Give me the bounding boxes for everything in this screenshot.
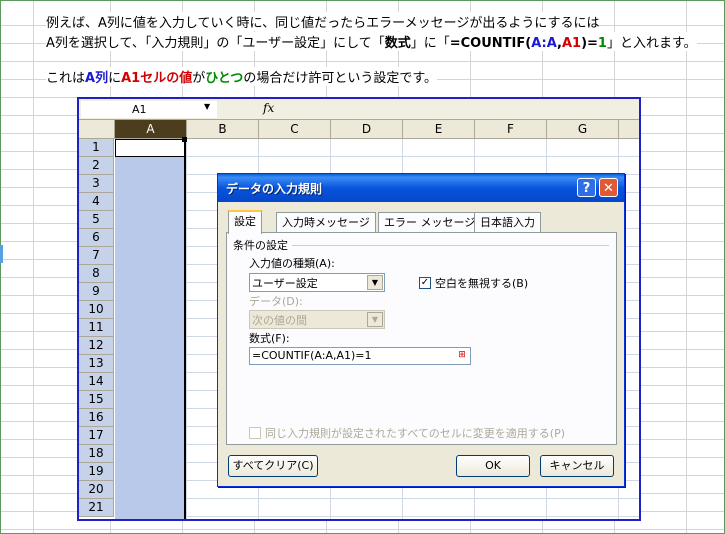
- formula-label: 数式(F):: [249, 332, 290, 345]
- highlight-cell: A1セルの値: [121, 71, 193, 86]
- row-header[interactable]: 6: [79, 229, 114, 247]
- active-cell-a1[interactable]: [115, 139, 185, 157]
- margin-marker: [0, 245, 3, 263]
- instruction-text: 」と入れます。: [606, 36, 697, 51]
- row-header[interactable]: 19: [79, 463, 114, 481]
- column-header-d[interactable]: D: [331, 120, 403, 138]
- formula-cell: A1: [561, 36, 582, 51]
- row-header[interactable]: 18: [79, 445, 114, 463]
- tab-settings[interactable]: 設定: [228, 210, 262, 234]
- name-box-value: A1: [132, 103, 147, 116]
- row-header[interactable]: 21: [79, 499, 114, 517]
- fill-handle[interactable]: [182, 137, 187, 142]
- row-header[interactable]: 17: [79, 427, 114, 445]
- instruction-line-3: これはA列にA1セルの値がひとつの場合だけ許可という設定です。: [46, 67, 438, 86]
- formula-value: =COUNTIF(A:A,A1)=1: [252, 349, 372, 362]
- row-header[interactable]: 1: [79, 139, 114, 157]
- tab-input-message[interactable]: 入力時メッセージ: [276, 212, 376, 232]
- allow-value: ユーザー設定: [252, 277, 318, 290]
- chevron-down-icon: ▼: [367, 312, 383, 327]
- formula-range: A:A: [531, 36, 558, 51]
- instruction-bold: 数式: [384, 36, 411, 51]
- data-value: 次の値の間: [252, 314, 307, 327]
- dropdown-arrow-icon[interactable]: ▼: [204, 102, 210, 111]
- close-icon[interactable]: ✕: [599, 178, 618, 197]
- range-select-icon[interactable]: ⊞: [455, 349, 469, 361]
- selected-column-a[interactable]: [115, 139, 185, 519]
- data-select: 次の値の間 ▼: [249, 310, 385, 329]
- row-header[interactable]: 5: [79, 211, 114, 229]
- instruction-line-1: 例えば、A列に値を入力していく時に、同じ値だったらエラーメッセージが出るようにす…: [46, 12, 600, 31]
- formula-part: =COUNTIF(: [449, 36, 532, 51]
- row-header[interactable]: 8: [79, 265, 114, 283]
- row-header[interactable]: 20: [79, 481, 114, 499]
- column-header-e[interactable]: E: [403, 120, 475, 138]
- formula-count: 1: [597, 36, 607, 51]
- allow-select[interactable]: ユーザー設定 ▼: [249, 273, 385, 292]
- column-header-b[interactable]: B: [187, 120, 259, 138]
- column-header-a[interactable]: A: [115, 120, 187, 138]
- ignore-blank-label: 空白を無視する(B): [435, 277, 529, 290]
- clear-all-button[interactable]: すべてクリア(C): [228, 455, 318, 477]
- chevron-down-icon[interactable]: ▼: [367, 275, 383, 290]
- row-header[interactable]: 15: [79, 391, 114, 409]
- data-validation-dialog: データの入力規則 ? ✕ 設定 入力時メッセージ エラー メッセージ 日本語入力…: [217, 173, 625, 487]
- cancel-button[interactable]: キャンセル: [540, 455, 614, 477]
- instruction-line-2: A列を選択して、「入力規則」の「ユーザー設定」にして「数式」に「=COUNTIF…: [46, 32, 697, 51]
- instruction-text: これは: [46, 71, 86, 86]
- instruction-text: に: [108, 71, 122, 86]
- formula-field[interactable]: =COUNTIF(A:A,A1)=1 ⊞: [249, 347, 471, 365]
- data-label: データ(D):: [249, 295, 303, 308]
- row-header[interactable]: 10: [79, 301, 114, 319]
- row-header[interactable]: 12: [79, 337, 114, 355]
- help-icon[interactable]: ?: [577, 178, 596, 197]
- highlight-column: A列: [85, 71, 109, 86]
- tab-error-message[interactable]: エラー メッセージ: [378, 212, 482, 232]
- instruction-text: A列を選択して、「入力規則」の「ユーザー設定」にして「: [46, 36, 385, 51]
- instruction-text: が: [192, 71, 206, 86]
- column-headers: A B C D E F G: [79, 120, 639, 139]
- settings-panel: 条件の設定 入力値の種類(A): ユーザー設定 ▼ ✓ 空白を無視する(B) デ…: [226, 232, 617, 445]
- column-header-g[interactable]: G: [547, 120, 619, 138]
- row-header[interactable]: 9: [79, 283, 114, 301]
- ignore-blank-checkbox[interactable]: ✓: [419, 277, 431, 289]
- selection-border: [184, 139, 186, 519]
- row-header[interactable]: 11: [79, 319, 114, 337]
- row-header[interactable]: 14: [79, 373, 114, 391]
- formula-bar: A1 ▼ fx: [79, 99, 639, 120]
- instruction-text: の場合だけ許可という設定です。: [243, 71, 438, 86]
- row-headers: 1 2 3 4 5 6 7 8 9 10 11 12 13 14 15 16 1…: [79, 139, 114, 517]
- group-label: 条件の設定: [233, 237, 292, 253]
- select-all-corner[interactable]: [79, 120, 115, 138]
- dialog-title: データの入力規則: [226, 182, 323, 196]
- row-header[interactable]: 4: [79, 193, 114, 211]
- instruction-text: 」に「: [410, 36, 450, 51]
- formula-part: )=: [581, 36, 598, 51]
- dialog-titlebar[interactable]: データの入力規則 ? ✕: [218, 174, 624, 202]
- row-header[interactable]: 7: [79, 247, 114, 265]
- ok-button[interactable]: OK: [456, 455, 530, 477]
- row-header[interactable]: 2: [79, 157, 114, 175]
- tab-ime[interactable]: 日本語入力: [474, 212, 541, 232]
- apply-all-checkbox: [249, 427, 261, 439]
- apply-all-label: 同じ入力規則が設定されたすべてのセルに変更を適用する(P): [265, 427, 566, 440]
- instruction-text: 例えば、A列に値を入力していく時に、同じ値だったらエラーメッセージが出るようにす…: [46, 16, 600, 31]
- highlight-count: ひとつ: [205, 71, 244, 86]
- allow-label: 入力値の種類(A):: [249, 257, 335, 270]
- row-header[interactable]: 16: [79, 409, 114, 427]
- column-header-f[interactable]: F: [475, 120, 547, 138]
- name-box[interactable]: A1 ▼: [81, 101, 217, 118]
- column-header-c[interactable]: C: [259, 120, 331, 138]
- fx-icon[interactable]: fx: [263, 101, 274, 115]
- row-header[interactable]: 3: [79, 175, 114, 193]
- group-divider: [287, 245, 609, 246]
- row-header[interactable]: 13: [79, 355, 114, 373]
